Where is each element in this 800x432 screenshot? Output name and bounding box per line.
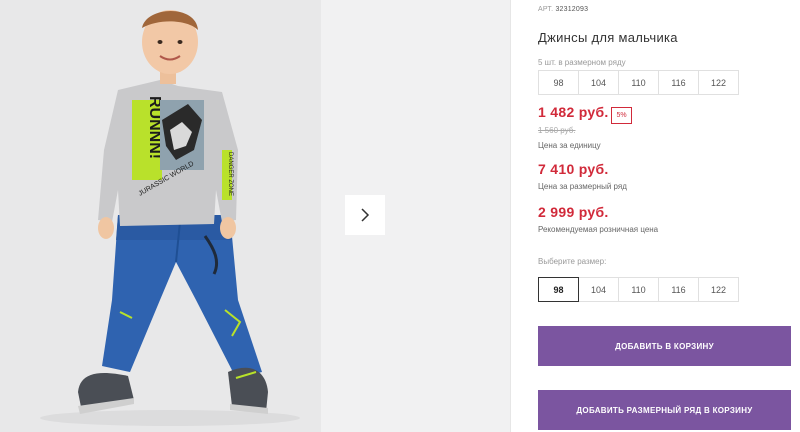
- size-row-item: 122: [698, 70, 739, 95]
- article-label: АРТ.: [538, 6, 554, 13]
- retail-price: 2 999 руб.: [538, 204, 609, 220]
- size-selector: 98 104 110 116 122: [538, 277, 739, 302]
- product-photo[interactable]: RUNNN! JURASSIC WORLD DANGER ZONE: [0, 0, 321, 432]
- product-title: Джинсы для мальчика: [538, 30, 678, 45]
- unit-price-caption: Цена за единицу: [538, 141, 601, 150]
- retail-price-caption: Рекомендуемая розничная цена: [538, 225, 659, 234]
- article-number: АРТ. 32312093: [538, 6, 588, 13]
- size-row-item: 116: [658, 70, 699, 95]
- add-to-cart-button[interactable]: ДОБАВИТЬ В КОРЗИНУ: [538, 326, 791, 366]
- product-gallery: RUNNN! JURASSIC WORLD DANGER ZONE: [0, 0, 510, 432]
- old-price: 1 560 руб.: [538, 126, 576, 135]
- size-option-122[interactable]: 122: [698, 277, 739, 302]
- next-image-button[interactable]: [345, 195, 385, 235]
- size-option-98[interactable]: 98: [538, 277, 579, 302]
- row-price: 7 410 руб.: [538, 161, 609, 177]
- shirt-side-text: DANGER ZONE: [227, 152, 233, 196]
- size-row-list: 98 104 110 116 122: [538, 70, 739, 95]
- size-option-116[interactable]: 116: [658, 277, 699, 302]
- size-row-item: 104: [578, 70, 619, 95]
- discount-badge: 5%: [611, 107, 632, 124]
- size-option-104[interactable]: 104: [578, 277, 619, 302]
- column-divider: [510, 0, 511, 432]
- size-row-note: 5 шт. в размерном ряду: [538, 58, 626, 67]
- unit-price: 1 482 руб.: [538, 104, 609, 120]
- row-price-caption: Цена за размерный ряд: [538, 182, 627, 191]
- boy-in-jeans-image: RUNNN! JURASSIC WORLD DANGER ZONE: [0, 0, 321, 432]
- chevron-right-icon: [361, 208, 370, 222]
- size-row-item: 98: [538, 70, 579, 95]
- add-size-row-to-cart-button[interactable]: ДОБАВИТЬ РАЗМЕРНЫЙ РЯД В КОРЗИНУ: [538, 390, 791, 430]
- size-row-item: 110: [618, 70, 659, 95]
- size-option-110[interactable]: 110: [618, 277, 659, 302]
- article-value: 32312093: [555, 6, 589, 13]
- choose-size-label: Выберите размер:: [538, 257, 607, 266]
